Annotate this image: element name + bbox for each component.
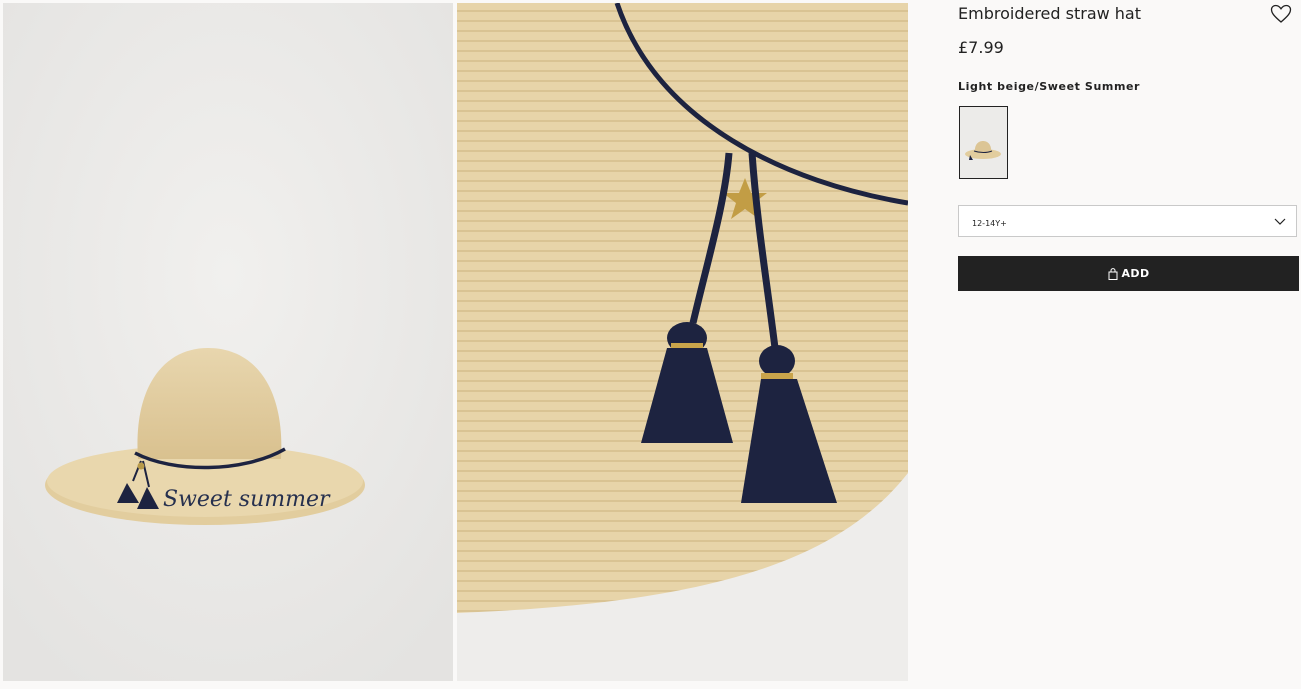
swatch-thumbnail [960, 107, 1007, 178]
add-to-favorites-button[interactable] [1270, 4, 1292, 24]
product-page: Sweet summer Embroidered straw hat £7.99… [0, 0, 1301, 689]
size-select[interactable]: 12-14Y+ [958, 205, 1297, 237]
add-to-bag-label: ADD [1121, 267, 1150, 280]
chevron-down-icon [1274, 218, 1286, 225]
embroidery-text: Sweet summer [163, 487, 331, 512]
hat-detail-illustration [457, 3, 908, 681]
hat-illustration: Sweet summer [3, 3, 453, 681]
selected-color-label: Light beige/Sweet Summer [958, 80, 1141, 93]
product-price: £7.99 [958, 38, 1004, 57]
product-image-detail[interactable] [457, 3, 908, 681]
color-swatch-light-beige[interactable] [959, 106, 1008, 179]
heart-icon [1270, 4, 1292, 23]
add-to-bag-button[interactable]: ADD [958, 256, 1299, 291]
shopping-bag-icon [1108, 267, 1117, 280]
product-title: Embroidered straw hat [958, 4, 1142, 23]
product-image-main[interactable]: Sweet summer [3, 3, 453, 681]
size-select-value: 12-14Y+ [972, 219, 1007, 228]
